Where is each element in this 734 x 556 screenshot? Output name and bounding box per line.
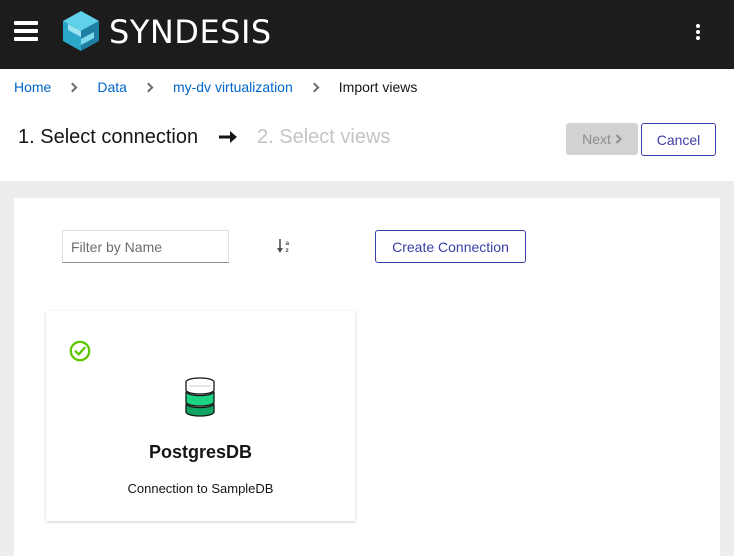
create-connection-button[interactable]: Create Connection bbox=[375, 230, 526, 263]
next-button-label: Next bbox=[582, 131, 611, 147]
next-button[interactable]: Next bbox=[566, 123, 638, 155]
filter-by-name-input[interactable] bbox=[62, 230, 229, 263]
wizard-step-select-connection: 1. Select connection bbox=[18, 126, 199, 148]
connections-panel: a z Create Connection PostgresDB Connect… bbox=[14, 198, 720, 556]
page-header: Home Data my-dv virtualization Import vi… bbox=[0, 69, 734, 181]
breadcrumb: Home Data my-dv virtualization Import vi… bbox=[14, 78, 417, 96]
breadcrumb-virtualization[interactable]: my-dv virtualization bbox=[173, 79, 293, 95]
chevron-right-icon bbox=[67, 82, 78, 92]
wizard-step-select-views: 2. Select views bbox=[257, 126, 391, 148]
connection-card[interactable]: PostgresDB Connection to SampleDB bbox=[46, 311, 355, 521]
check-circle-icon bbox=[69, 340, 91, 362]
syndesis-logo-icon bbox=[63, 11, 99, 51]
breadcrumb-home[interactable]: Home bbox=[14, 79, 51, 95]
cancel-button[interactable]: Cancel bbox=[641, 123, 716, 156]
top-navbar: SYNDESIS bbox=[0, 0, 734, 69]
database-icon bbox=[185, 377, 215, 417]
hamburger-menu-icon[interactable] bbox=[14, 21, 38, 41]
connection-name: PostgresDB bbox=[148, 442, 253, 462]
angle-right-icon bbox=[615, 134, 622, 144]
sort-alpha-asc-icon[interactable]: a z bbox=[277, 238, 293, 254]
connection-description: Connection to SampleDB bbox=[127, 481, 274, 496]
svg-text:z: z bbox=[286, 247, 290, 254]
svg-text:a: a bbox=[286, 240, 290, 247]
kebab-menu-icon[interactable] bbox=[688, 22, 708, 42]
breadcrumb-current: Import views bbox=[338, 79, 418, 95]
chevron-right-icon bbox=[309, 82, 320, 92]
brand-name: SYNDESIS bbox=[109, 13, 272, 51]
chevron-right-icon bbox=[143, 82, 154, 92]
breadcrumb-data[interactable]: Data bbox=[97, 79, 127, 95]
arrow-right-icon bbox=[219, 131, 237, 143]
